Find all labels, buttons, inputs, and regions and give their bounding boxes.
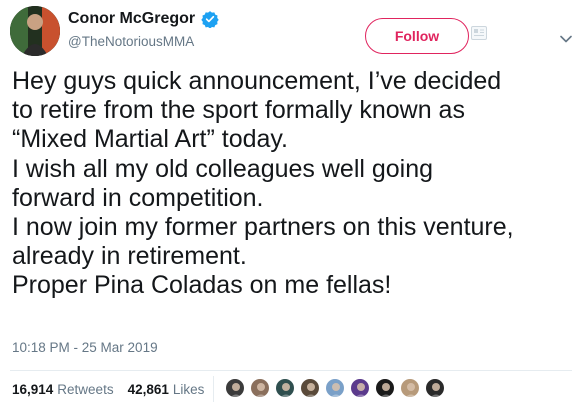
user-add-icon[interactable] bbox=[471, 26, 487, 40]
stats-separator bbox=[213, 376, 214, 402]
display-name[interactable]: Conor McGregor bbox=[68, 10, 195, 28]
liker-avatar-icon[interactable] bbox=[275, 378, 295, 398]
tweet-line: I now join my former partners on this ve… bbox=[12, 213, 514, 242]
user-handle[interactable]: @TheNotoriousMMA bbox=[68, 34, 219, 49]
liker-avatar-icon[interactable] bbox=[425, 378, 445, 398]
divider bbox=[10, 370, 572, 371]
liker-avatar-icon[interactable] bbox=[350, 378, 370, 398]
liker-avatar-icon[interactable] bbox=[300, 378, 320, 398]
retweets-label[interactable]: Retweets bbox=[57, 382, 113, 397]
liker-avatar-icon[interactable] bbox=[250, 378, 270, 398]
chevron-down-icon[interactable] bbox=[560, 30, 572, 43]
liker-avatar-icon[interactable] bbox=[375, 378, 395, 398]
follow-button[interactable]: Follow bbox=[365, 18, 469, 54]
liker-avatar-icon[interactable] bbox=[400, 378, 420, 398]
tweet-line: Proper Pina Coladas on me fellas! bbox=[12, 271, 392, 300]
tweet-timestamp[interactable]: 10:18 PM - 25 Mar 2019 bbox=[12, 340, 158, 355]
likes-count[interactable]: 42,861 bbox=[128, 382, 169, 397]
liker-avatar-icon[interactable] bbox=[325, 378, 345, 398]
tweet-stats: 16,914 Retweets 42,861 Likes bbox=[12, 382, 218, 397]
tweet-line: Hey guys quick announcement, I’ve decide… bbox=[12, 67, 502, 95]
tweet-line: already in retirement. bbox=[12, 242, 247, 271]
liker-avatar-icon[interactable] bbox=[225, 378, 245, 398]
name-block: Conor McGregor @TheNotoriousMMA bbox=[68, 10, 219, 49]
tweet-line: to retire from the sport formally known … bbox=[12, 96, 465, 125]
retweets-count[interactable]: 16,914 bbox=[12, 382, 53, 397]
liker-avatars bbox=[225, 378, 445, 398]
tweet-line: forward in competition. bbox=[12, 183, 264, 212]
tweet-line: “Mixed Martial Art” today. bbox=[12, 125, 289, 154]
tweet-header: Conor McGregor @TheNotoriousMMA Follow bbox=[10, 6, 572, 62]
verified-badge-icon bbox=[201, 10, 219, 29]
name-row: Conor McGregor bbox=[68, 10, 219, 29]
likes-label[interactable]: Likes bbox=[173, 382, 205, 397]
profile-photo-icon[interactable] bbox=[10, 6, 60, 56]
tweet-line: I wish all my old colleagues well going bbox=[12, 154, 434, 183]
tweet-text: Hey guys quick announcement, I’ve decide… bbox=[12, 67, 572, 301]
